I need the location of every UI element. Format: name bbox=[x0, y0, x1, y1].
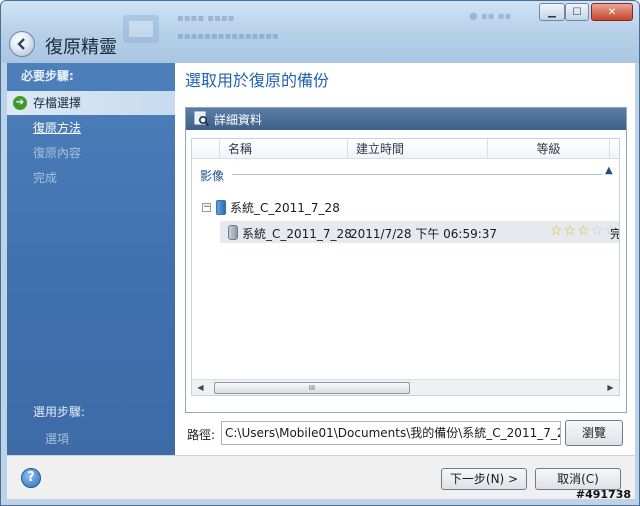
details-header: 詳細資料 bbox=[186, 108, 626, 130]
help-icon[interactable]: ? bbox=[21, 468, 41, 488]
backup-created: 2011/7/28 下午 06:59:37 bbox=[350, 227, 498, 241]
required-steps-heading: 必要步驟: bbox=[21, 69, 74, 83]
group-divider bbox=[232, 174, 602, 175]
backup-list[interactable]: 名稱 建立時間 等級 影像 ▲ − 系統_C_2011_7_28 系統_C_20… bbox=[191, 138, 620, 396]
path-row: 路徑: C:\Users\Mobile01\Documents\我的備份\系統_… bbox=[185, 419, 627, 447]
step-options: 選項 bbox=[45, 432, 70, 446]
close-button[interactable]: ✕ bbox=[591, 3, 633, 21]
details-panel: 詳細資料 名稱 建立時間 等級 影像 ▲ − 系統_C_2011_7_28 系統… bbox=[185, 107, 627, 413]
path-input[interactable]: C:\Users\Mobile01\Documents\我的備份\系統_C_20… bbox=[221, 421, 561, 445]
title-bar[interactable]: ▪▪▪▪ ▪▪▪▪ ▪▪▪▪▪▪▪▪▪▪▪▪▪▪▪ ● ▪▪ ▪▪ 復原精靈 ▁… bbox=[1, 1, 639, 63]
scroll-thumb[interactable]: III bbox=[214, 382, 410, 394]
star-filled-icon: ☆ bbox=[563, 223, 578, 239]
window-title: 復原精靈 bbox=[45, 37, 117, 58]
column-header-created[interactable]: 建立時間 bbox=[348, 139, 488, 159]
star-filled-icon: ☆ bbox=[577, 223, 591, 239]
main-content: 選取用於復原的備份 詳細資料 名稱 建立時間 等級 影像 ▲ − 系統_C_20… bbox=[175, 63, 635, 455]
maximize-icon: ☐ bbox=[572, 6, 582, 18]
tree-collapse-toggle[interactable]: − bbox=[202, 203, 211, 212]
background-app-icon bbox=[123, 15, 159, 43]
optional-steps-heading: 選用步驟: bbox=[33, 405, 86, 419]
path-label: 路徑: bbox=[187, 428, 216, 442]
next-button[interactable]: 下一步(N) > bbox=[441, 468, 527, 490]
group-label-images: 影像 bbox=[200, 169, 225, 183]
scroll-left-icon[interactable]: ◀ bbox=[192, 380, 209, 395]
disk-backup-icon bbox=[228, 225, 238, 240]
step-finish: 完成 bbox=[7, 166, 175, 190]
archive-icon bbox=[216, 200, 226, 215]
backup-name: 系統_C_2011_7_28 bbox=[242, 227, 352, 241]
minimize-icon: ▁ bbox=[548, 6, 556, 18]
magnifier-icon bbox=[194, 111, 210, 127]
page-heading: 選取用於復原的備份 bbox=[185, 71, 330, 90]
step-recovery-content: 復原內容 bbox=[7, 141, 175, 165]
step-label: 復原內容 bbox=[33, 146, 82, 160]
back-arrow-icon bbox=[17, 38, 25, 50]
step-recovery-method[interactable]: 復原方法 bbox=[7, 116, 175, 140]
collapse-chevron-icon[interactable]: ▲ bbox=[605, 165, 613, 176]
restore-wizard-window: ▪▪▪▪ ▪▪▪▪ ▪▪▪▪▪▪▪▪▪▪▪▪▪▪▪ ● ▪▪ ▪▪ 復原精靈 ▁… bbox=[0, 0, 640, 506]
archive-name[interactable]: 系統_C_2011_7_28 bbox=[230, 199, 340, 216]
browse-button[interactable]: 瀏覽 bbox=[565, 420, 623, 446]
scroll-right-icon[interactable]: ▶ bbox=[602, 380, 619, 395]
cancel-button[interactable]: 取消(C) bbox=[535, 468, 621, 490]
backup-status-fragment: 完 bbox=[610, 225, 619, 242]
column-header-name[interactable]: 名稱 bbox=[220, 139, 348, 159]
star-filled-icon: ☆ bbox=[550, 223, 564, 239]
minimize-button[interactable]: ▁ bbox=[539, 3, 565, 21]
back-button[interactable] bbox=[9, 31, 35, 57]
column-header-more[interactable] bbox=[610, 139, 619, 159]
star-empty-icon: ☆ bbox=[590, 223, 605, 239]
column-header-rating[interactable]: 等級 bbox=[488, 139, 610, 159]
column-header-blank bbox=[192, 139, 220, 159]
step-archive-selection[interactable]: ➔ 存檔選擇 bbox=[7, 91, 175, 115]
horizontal-scrollbar[interactable]: ◀ III ▶ bbox=[192, 379, 619, 395]
step-label: 完成 bbox=[33, 171, 58, 185]
close-icon: ✕ bbox=[607, 6, 617, 18]
backup-row[interactable]: 系統_C_2011_7_28 2011/7/28 下午 06:59:37 ☆☆☆… bbox=[220, 221, 619, 243]
background-text: ▪▪▪▪▪▪▪▪▪▪▪▪▪▪▪ bbox=[177, 31, 279, 42]
background-text: ▪▪▪▪ ▪▪▪▪ bbox=[177, 13, 235, 24]
step-label: 復原方法 bbox=[33, 121, 82, 135]
details-title: 詳細資料 bbox=[214, 113, 263, 127]
step-label: 存檔選擇 bbox=[33, 96, 82, 110]
current-step-arrow-icon: ➔ bbox=[13, 96, 27, 110]
rating-stars: ☆☆☆☆☆ bbox=[550, 223, 618, 239]
bottom-bar: ? 下一步(N) > 取消(C) bbox=[7, 455, 635, 499]
steps-panel: 必要步驟: ➔ 存檔選擇 復原方法 復原內容 完成 選用步驟: 選項 bbox=[7, 63, 175, 455]
maximize-button[interactable]: ☐ bbox=[565, 3, 589, 21]
background-text: ● ▪▪ ▪▪ bbox=[469, 11, 512, 22]
watermark: #491738 bbox=[575, 488, 631, 501]
